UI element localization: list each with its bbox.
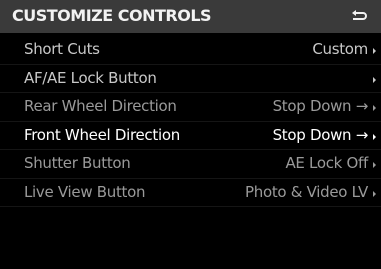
chevron-right-icon (373, 133, 376, 140)
chevron-right-icon (373, 190, 376, 197)
chevron-right-icon (373, 48, 376, 54)
camera-menu-screen: CUSTOMIZE CONTROLS Short Cuts Custom AF/… (0, 0, 381, 269)
menu-item-short-cuts[interactable]: Short Cuts Custom (0, 36, 381, 65)
menu-item-shutter-button[interactable]: Shutter Button AE Lock Off (0, 150, 381, 179)
menu-item-value: Photo & Video LV (245, 182, 368, 201)
chevron-right-icon (373, 76, 376, 83)
page-title: CUSTOMIZE CONTROLS (12, 6, 212, 25)
menu-item-af-ae-lock-button[interactable]: AF/AE Lock Button (0, 65, 381, 93)
menu-item-label: Rear Wheel Direction (24, 97, 177, 115)
menu-item-value: Stop Down → (272, 97, 369, 115)
menu-item-label: Front Wheel Direction (24, 125, 180, 144)
menu-item-label: AF/AE Lock Button (24, 68, 157, 87)
menu-item-rear-wheel-direction[interactable]: Rear Wheel Direction Stop Down → (0, 93, 381, 122)
menu-item-value: AE Lock Off (285, 154, 368, 172)
back-button[interactable] (345, 6, 373, 28)
menu-item-value: Custom (312, 40, 368, 58)
menu-item-value: Stop Down → (272, 125, 369, 144)
menu-header: CUSTOMIZE CONTROLS (0, 0, 381, 33)
menu-item-label: Short Cuts (24, 40, 100, 58)
menu-item-live-view-button[interactable]: Live View Button Photo & Video LV (0, 179, 381, 207)
chevron-right-icon (373, 162, 376, 168)
return-icon (350, 9, 368, 25)
menu-item-label: Shutter Button (24, 154, 131, 172)
menu-list: Short Cuts Custom AF/AE Lock Button Rear… (0, 36, 381, 207)
chevron-right-icon (373, 105, 376, 111)
menu-item-label: Live View Button (24, 182, 146, 201)
menu-item-front-wheel-direction[interactable]: Front Wheel Direction Stop Down → (0, 122, 381, 150)
